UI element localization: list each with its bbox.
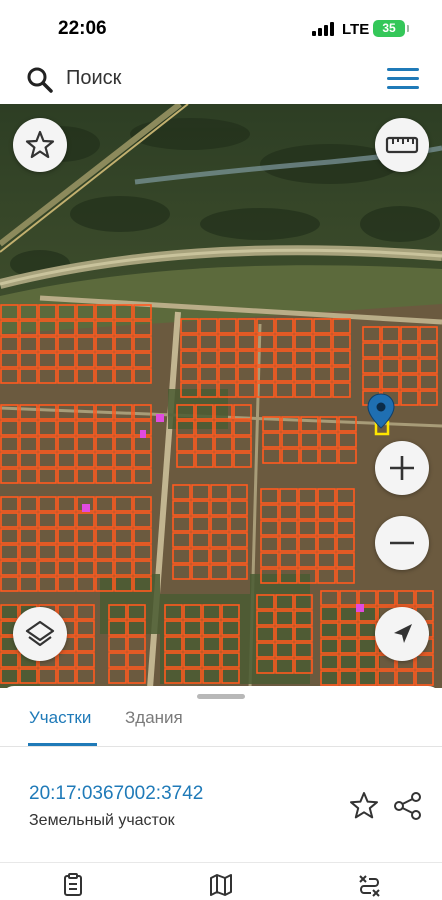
my-location-button[interactable] bbox=[375, 607, 429, 661]
cadastral-number[interactable]: 20:17:0367002:3742 bbox=[29, 783, 203, 805]
satellite-map[interactable] bbox=[0, 104, 442, 688]
plus-icon bbox=[390, 456, 414, 480]
map-icon[interactable] bbox=[209, 873, 233, 897]
tab-parcels[interactable]: Участки bbox=[29, 708, 91, 728]
ruler-button[interactable] bbox=[375, 118, 429, 172]
navigation-arrow-icon bbox=[394, 624, 412, 643]
route-icon[interactable] bbox=[357, 873, 381, 897]
status-time: 22:06 bbox=[58, 18, 107, 39]
sheet-handle[interactable] bbox=[197, 694, 245, 699]
search-input[interactable]: Поиск bbox=[66, 67, 121, 90]
share-icon[interactable] bbox=[392, 790, 424, 822]
layers-icon bbox=[25, 620, 55, 647]
parcel-type: Земельный участок bbox=[29, 812, 175, 829]
map-view[interactable] bbox=[0, 104, 442, 688]
divider bbox=[0, 746, 442, 747]
network-label: LTE bbox=[342, 21, 370, 38]
divider bbox=[0, 862, 442, 863]
list-icon[interactable] bbox=[61, 873, 85, 897]
bottom-sheet[interactable]: Участки Здания 20:17:0367002:3742 Земель… bbox=[0, 686, 442, 900]
tab-buildings[interactable]: Здания bbox=[125, 708, 183, 728]
zoom-in-button[interactable] bbox=[375, 441, 429, 495]
layers-button[interactable] bbox=[13, 607, 67, 661]
zoom-out-button[interactable] bbox=[375, 516, 429, 570]
battery-indicator: 35 bbox=[373, 20, 409, 37]
menu-icon[interactable] bbox=[387, 68, 419, 90]
status-bar: 22:06 LTE 35 bbox=[0, 0, 442, 58]
star-icon bbox=[25, 130, 55, 159]
minus-icon bbox=[390, 541, 414, 545]
favorite-map-button[interactable] bbox=[13, 118, 67, 172]
signal-icon bbox=[312, 22, 336, 36]
search-bar[interactable]: Поиск bbox=[6, 58, 436, 100]
star-icon[interactable] bbox=[348, 790, 380, 822]
search-icon bbox=[27, 67, 53, 93]
ruler-icon bbox=[385, 136, 419, 154]
